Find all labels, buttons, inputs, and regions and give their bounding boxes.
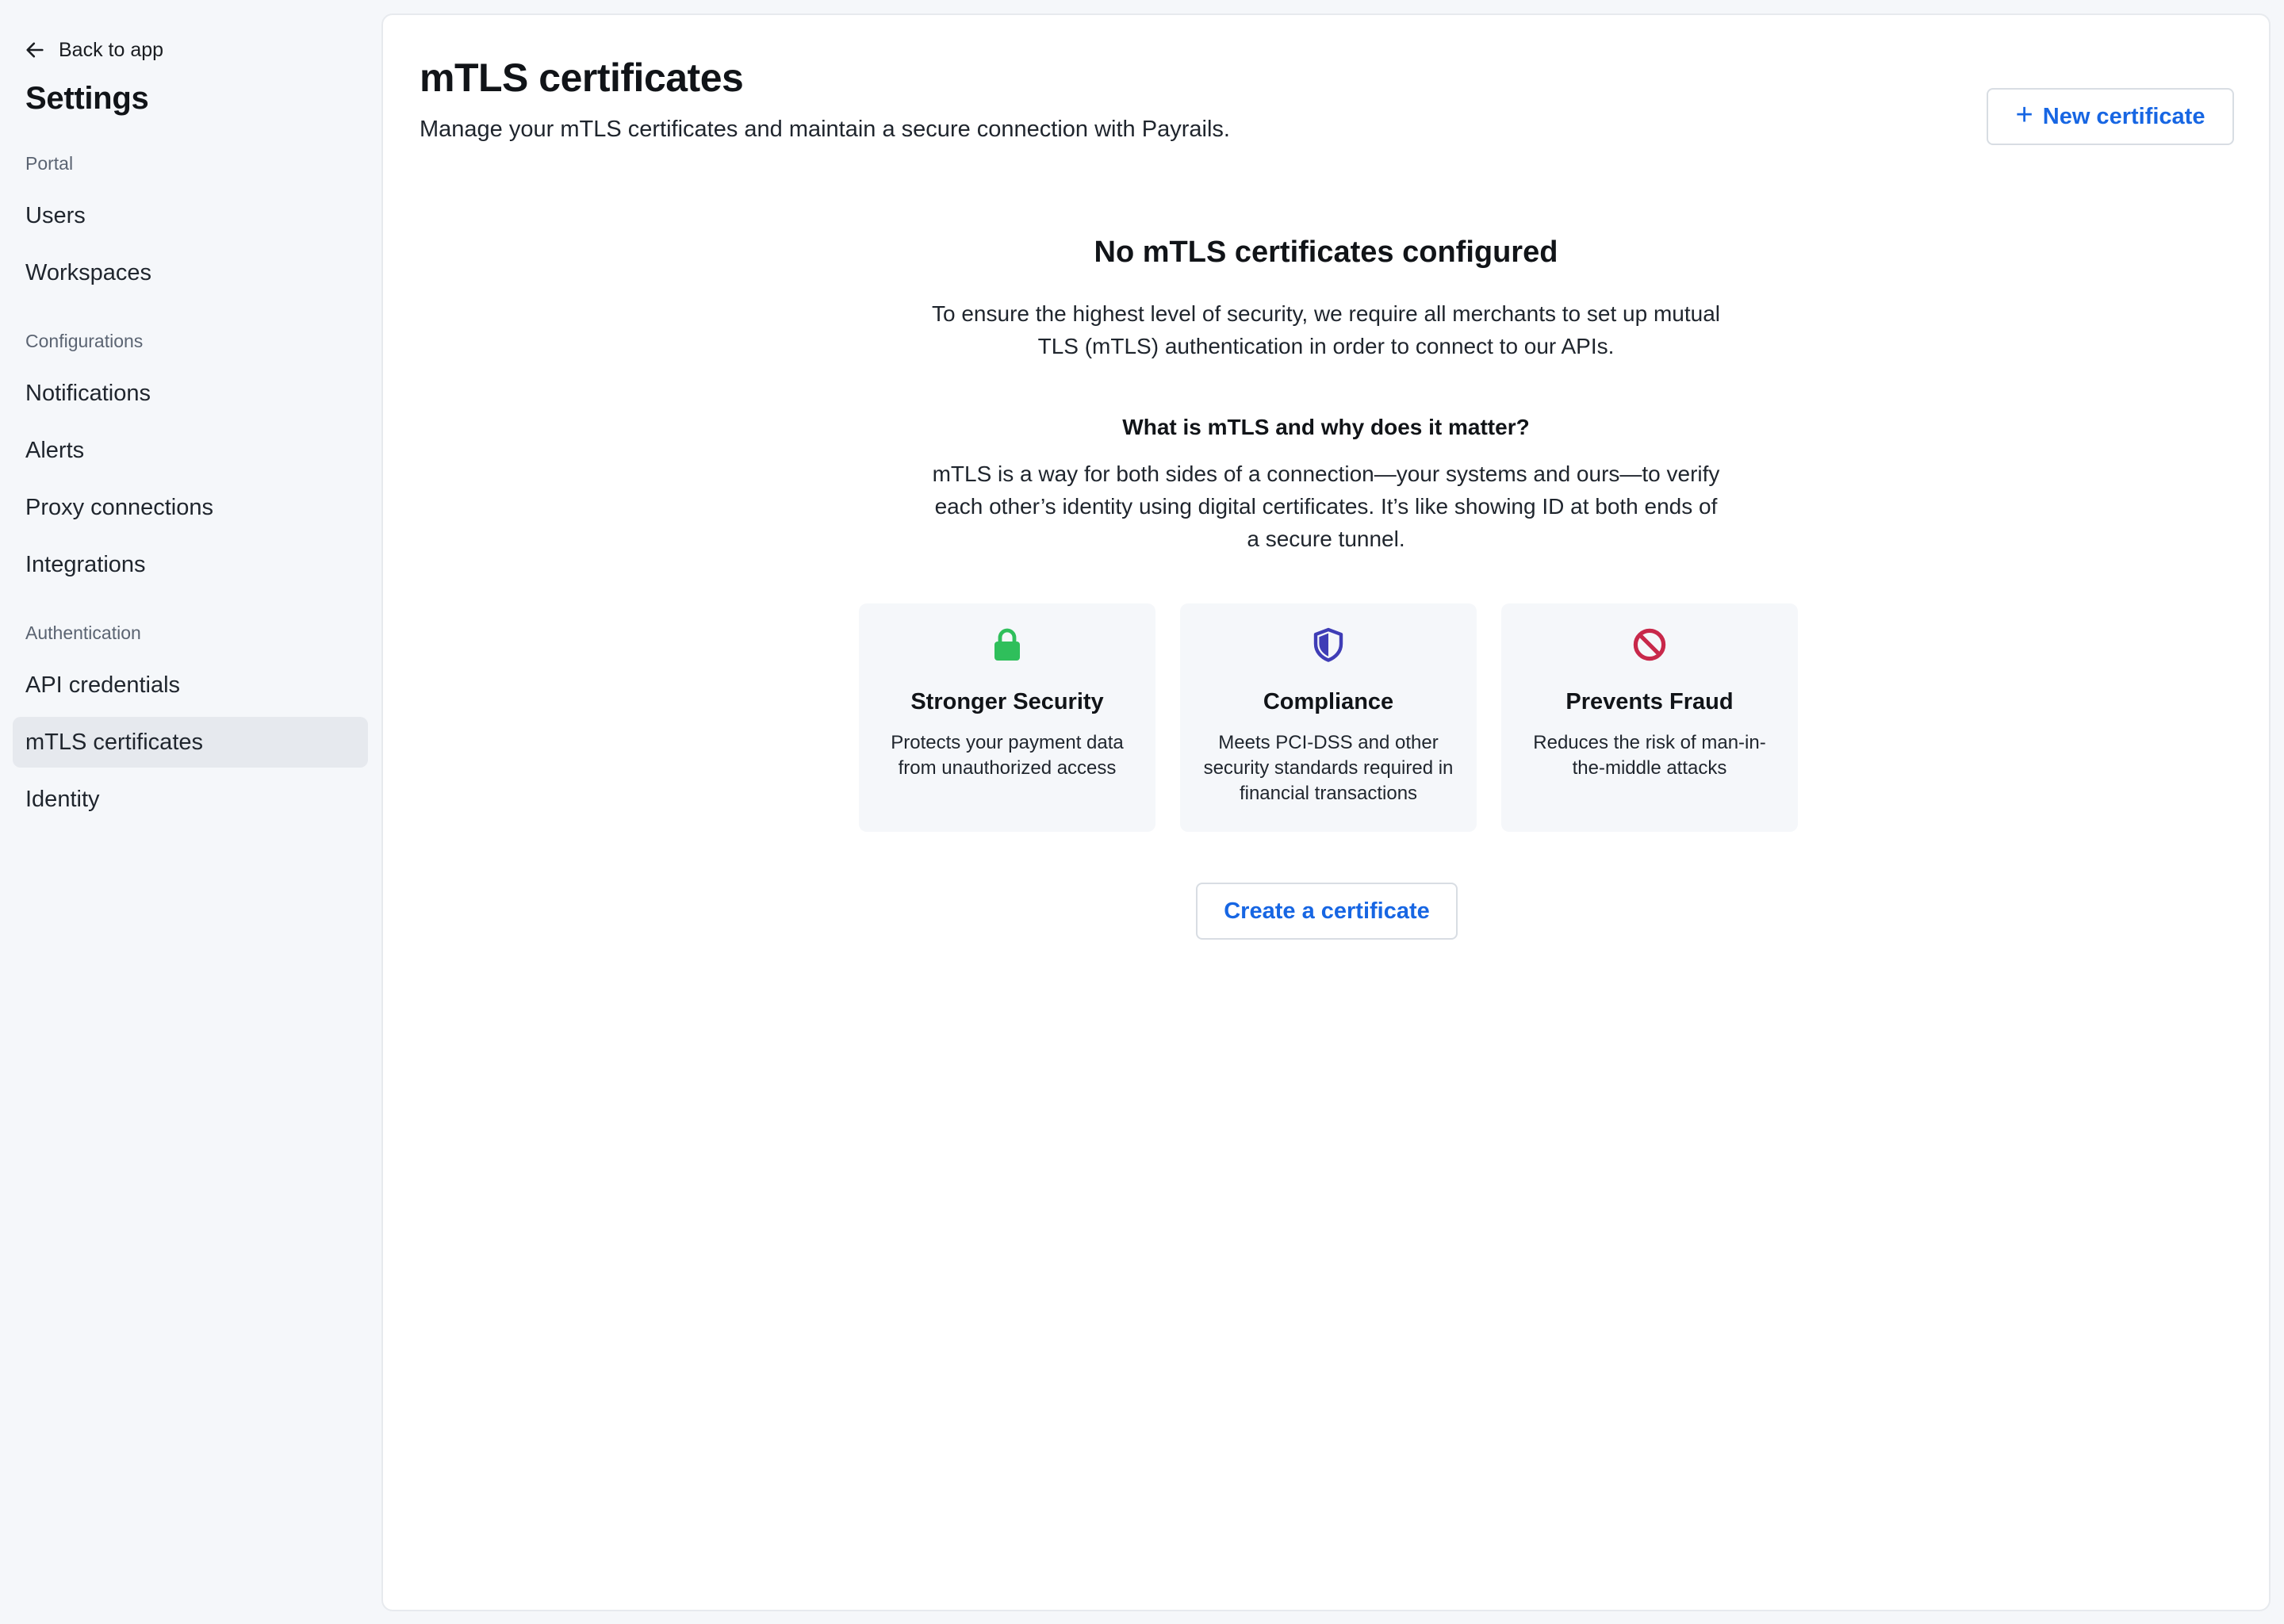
- feature-card-description: Reduces the risk of man-in-the-middle at…: [1533, 732, 1766, 779]
- feature-card-compliance: Compliance Meets PCI-DSS and other secur…: [1180, 603, 1477, 832]
- sidebar-item-notifications[interactable]: Notifications: [13, 368, 368, 419]
- arrow-left-icon: [26, 42, 44, 58]
- settings-title: Settings: [25, 81, 149, 116]
- feature-card-description: Protects your payment data from unauthor…: [891, 732, 1124, 779]
- new-certificate-label: New certificate: [2042, 103, 2205, 129]
- feature-card-title: Prevents Fraud: [1565, 689, 1734, 714]
- main-panel: mTLS certificates Manage your mTLS certi…: [381, 13, 2271, 1611]
- feature-card-title: Stronger Security: [910, 689, 1104, 714]
- sidebar-item-label: Proxy connections: [25, 494, 213, 520]
- sidebar-item-users[interactable]: Users: [13, 190, 368, 241]
- sidebar-item-label: Notifications: [25, 380, 151, 406]
- sidebar-item-workspaces[interactable]: Workspaces: [13, 247, 368, 298]
- back-to-app-link[interactable]: Back to app: [24, 36, 163, 63]
- sidebar-item-label: mTLS certificates: [25, 729, 203, 755]
- sidebar-item-label: API credentials: [25, 672, 181, 698]
- section-label-portal: Portal: [25, 153, 74, 174]
- sidebar-item-api-credentials[interactable]: API credentials: [13, 660, 368, 710]
- feature-card-security: Stronger Security Protects your payment …: [859, 603, 1155, 832]
- sidebar-item-label: Integrations: [25, 551, 146, 577]
- sidebar-item-label: Users: [25, 202, 86, 228]
- what-is-mtls-description: mTLS is a way for both sides of a connec…: [932, 462, 1720, 551]
- sidebar-item-integrations[interactable]: Integrations: [13, 539, 368, 590]
- section-label-configurations: Configurations: [25, 331, 144, 351]
- plus-icon: +: [2015, 98, 2033, 132]
- sidebar-item-identity[interactable]: Identity: [13, 774, 368, 825]
- page-title: mTLS certificates: [420, 56, 744, 100]
- feature-card-title: Compliance: [1263, 689, 1394, 714]
- sidebar-item-label: Workspaces: [25, 259, 152, 285]
- empty-state-description: To ensure the highest level of security,…: [932, 301, 1720, 358]
- sidebar-item-mtls-certificates[interactable]: mTLS certificates: [13, 717, 368, 768]
- sidebar-item-label: Identity: [25, 786, 100, 812]
- sidebar-item-alerts[interactable]: Alerts: [13, 425, 368, 476]
- sidebar: Back to app Settings Portal Users Worksp…: [0, 0, 381, 1624]
- sidebar-item-proxy-connections[interactable]: Proxy connections: [13, 482, 368, 533]
- back-to-app-label: Back to app: [59, 38, 164, 61]
- lock-icon: [994, 628, 1020, 661]
- what-is-mtls-title: What is mTLS and why does it matter?: [1122, 415, 1530, 439]
- empty-state-title: No mTLS certificates configured: [1094, 236, 1558, 269]
- feature-card-description: Meets PCI-DSS and other security standar…: [1203, 732, 1454, 804]
- feature-card-fraud: Prevents Fraud Reduces the risk of man-i…: [1501, 603, 1798, 832]
- create-certificate-button[interactable]: Create a certificate: [1196, 883, 1458, 940]
- shield-icon: [1313, 627, 1343, 662]
- page-subtitle: Manage your mTLS certificates and mainta…: [420, 117, 1230, 142]
- prohibited-icon: [1633, 628, 1666, 661]
- section-label-authentication: Authentication: [25, 622, 141, 643]
- sidebar-item-label: Alerts: [25, 437, 85, 463]
- new-certificate-button[interactable]: + New certificate: [1987, 88, 2234, 145]
